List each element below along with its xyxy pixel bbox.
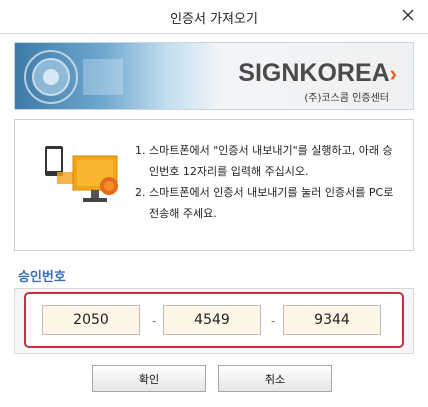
close-icon[interactable] bbox=[396, 5, 420, 27]
instruction-panel: 스마트폰에서 "인증서 내보내기"를 실행하고, 아래 승인번호 12자리를 입… bbox=[14, 119, 414, 251]
cancel-button[interactable]: 취소 bbox=[218, 365, 332, 392]
window-title: 인증서 가져오기 bbox=[170, 12, 258, 27]
dial-lock-icon bbox=[24, 50, 123, 104]
approval-code-part-1[interactable] bbox=[42, 305, 140, 335]
signkorea-banner: SIGNKOREA› (주)코스콤 인증센터 bbox=[14, 42, 414, 110]
code-separator: - bbox=[271, 314, 276, 328]
logo-text: SIGNKOREA bbox=[238, 59, 390, 87]
approval-number-box: - - bbox=[24, 292, 404, 348]
logo-arrow-icon: › bbox=[389, 61, 397, 86]
instruction-step-2: 스마트폰에서 인증서 내보내기를 눌러 인증서를 PC로 전송해 주세요. bbox=[149, 182, 402, 224]
banner-subtitle: (주)코스콤 인증센터 bbox=[304, 93, 389, 104]
approval-number-panel: - - bbox=[14, 288, 414, 354]
approval-number-label: 승인번호 bbox=[18, 270, 66, 285]
phone-to-pc-icon bbox=[45, 146, 118, 202]
instruction-text: 스마트폰에서 "인증서 내보내기"를 실행하고, 아래 승인번호 12자리를 입… bbox=[132, 140, 402, 224]
approval-code-part-3[interactable] bbox=[283, 305, 381, 335]
approval-code-part-2[interactable] bbox=[163, 305, 261, 335]
signkorea-logo: SIGNKOREA› bbox=[238, 59, 397, 88]
title-bar: 인증서 가져오기 bbox=[0, 0, 428, 34]
code-separator: - bbox=[152, 314, 157, 328]
confirm-button[interactable]: 확인 bbox=[92, 365, 206, 392]
instruction-step-1: 스마트폰에서 "인증서 내보내기"를 실행하고, 아래 승인번호 12자리를 입… bbox=[149, 140, 402, 182]
